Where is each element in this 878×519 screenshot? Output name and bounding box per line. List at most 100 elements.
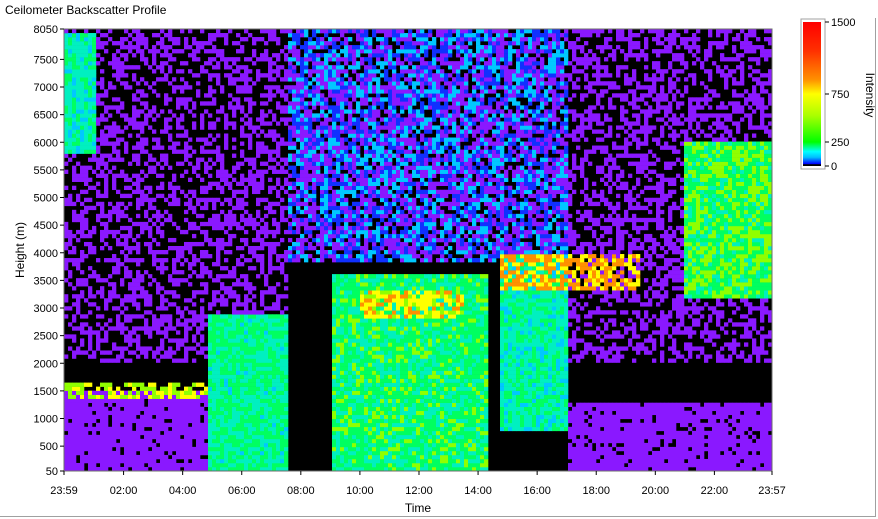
heatmap-cell [176, 41, 181, 46]
heatmap-cell [112, 270, 117, 275]
heatmap-cell [300, 129, 305, 134]
heatmap-cell [348, 318, 353, 323]
heatmap-cell [332, 177, 337, 182]
heatmap-cell [268, 33, 273, 38]
heatmap-cell [208, 398, 213, 403]
heatmap-cell [308, 165, 313, 170]
heatmap-cell [220, 414, 225, 420]
heatmap-cell [116, 442, 121, 448]
heatmap-cell [96, 37, 101, 42]
heatmap-cell [340, 334, 345, 339]
heatmap-cell [196, 137, 201, 142]
heatmap-cell [116, 209, 121, 215]
heatmap-cell [272, 394, 277, 399]
heatmap-cell [252, 386, 257, 391]
heatmap-cell [184, 350, 189, 355]
heatmap-cell [236, 446, 241, 452]
heatmap-cell [168, 438, 173, 444]
heatmap-cell [324, 105, 329, 110]
heatmap-cell [280, 237, 285, 243]
heatmap-cell [192, 233, 197, 239]
heatmap-cell [112, 105, 117, 110]
heatmap-cell [184, 422, 189, 428]
heatmap-cell [356, 169, 361, 174]
heatmap-cell [340, 165, 345, 170]
heatmap-cell [92, 105, 97, 110]
heatmap-cell [72, 398, 77, 403]
heatmap-cell [280, 338, 285, 343]
heatmap-cell [304, 181, 309, 187]
heatmap-cell [272, 149, 277, 154]
heatmap-cell [364, 394, 369, 399]
heatmap-cell [252, 37, 257, 42]
heatmap-cell [260, 245, 265, 251]
heatmap-cell [136, 258, 141, 263]
heatmap-cell [276, 302, 281, 307]
heatmap-cell [348, 57, 353, 62]
heatmap-cell [284, 422, 289, 428]
heatmap-cell [184, 105, 189, 110]
heatmap-cell [352, 406, 357, 412]
heatmap-cell [360, 278, 365, 283]
heatmap-cell [220, 85, 225, 90]
heatmap-cell [360, 225, 365, 231]
heatmap-cell [72, 302, 77, 307]
heatmap-cell [232, 41, 237, 46]
heatmap-cell [208, 366, 213, 371]
heatmap-cell [128, 406, 133, 412]
heatmap-cell [112, 458, 117, 464]
heatmap-cell [80, 326, 85, 331]
heatmap-cell [336, 374, 341, 379]
heatmap-cell [340, 458, 345, 464]
heatmap-cell [152, 422, 157, 428]
heatmap-cell [200, 298, 205, 303]
heatmap-cell [364, 390, 369, 395]
heatmap-cell [328, 41, 333, 46]
heatmap-cell [364, 446, 369, 452]
heatmap-cell [88, 398, 93, 403]
heatmap-cell [84, 109, 89, 114]
heatmap-cell [224, 362, 229, 367]
heatmap-cell [128, 458, 133, 464]
heatmap-cell [276, 105, 281, 110]
heatmap-cell [316, 233, 321, 239]
heatmap-cell [360, 201, 365, 207]
heatmap-cell [308, 153, 313, 158]
heatmap-cell [312, 133, 317, 138]
heatmap-cell [260, 266, 265, 271]
heatmap-cell [340, 129, 345, 134]
heatmap-plot-area[interactable] [64, 29, 773, 472]
heatmap-cell [284, 350, 289, 355]
heatmap-cell [252, 326, 257, 331]
heatmap-cell [296, 201, 301, 207]
heatmap-cell [224, 426, 229, 432]
heatmap-cell [248, 314, 253, 319]
heatmap-cell [172, 189, 177, 195]
heatmap-cell [340, 342, 345, 347]
heatmap-cell [96, 193, 101, 199]
heatmap-cell [352, 326, 357, 331]
heatmap-cell [204, 322, 209, 327]
heatmap-cell [88, 117, 93, 122]
heatmap-cell [228, 209, 233, 215]
heatmap-cell [100, 157, 105, 162]
heatmap-cell [236, 414, 241, 420]
heatmap-cell [196, 201, 201, 207]
heatmap-cell [92, 69, 97, 74]
heatmap-cell [160, 434, 165, 440]
heatmap-cell [100, 141, 105, 146]
heatmap-cell [116, 149, 121, 154]
heatmap-cell [244, 386, 249, 391]
heatmap-cell [152, 205, 157, 211]
heatmap-cell [240, 370, 245, 375]
heatmap-cell [300, 209, 305, 215]
heatmap-cell [188, 137, 193, 142]
heatmap-cell [216, 274, 221, 279]
heatmap-cell [312, 117, 317, 122]
heatmap-cell [184, 153, 189, 158]
heatmap-cell [284, 177, 289, 182]
heatmap-cell [344, 81, 349, 86]
heatmap-cell [360, 382, 365, 387]
heatmap-cell [96, 274, 101, 279]
heatmap-cell [348, 157, 353, 162]
